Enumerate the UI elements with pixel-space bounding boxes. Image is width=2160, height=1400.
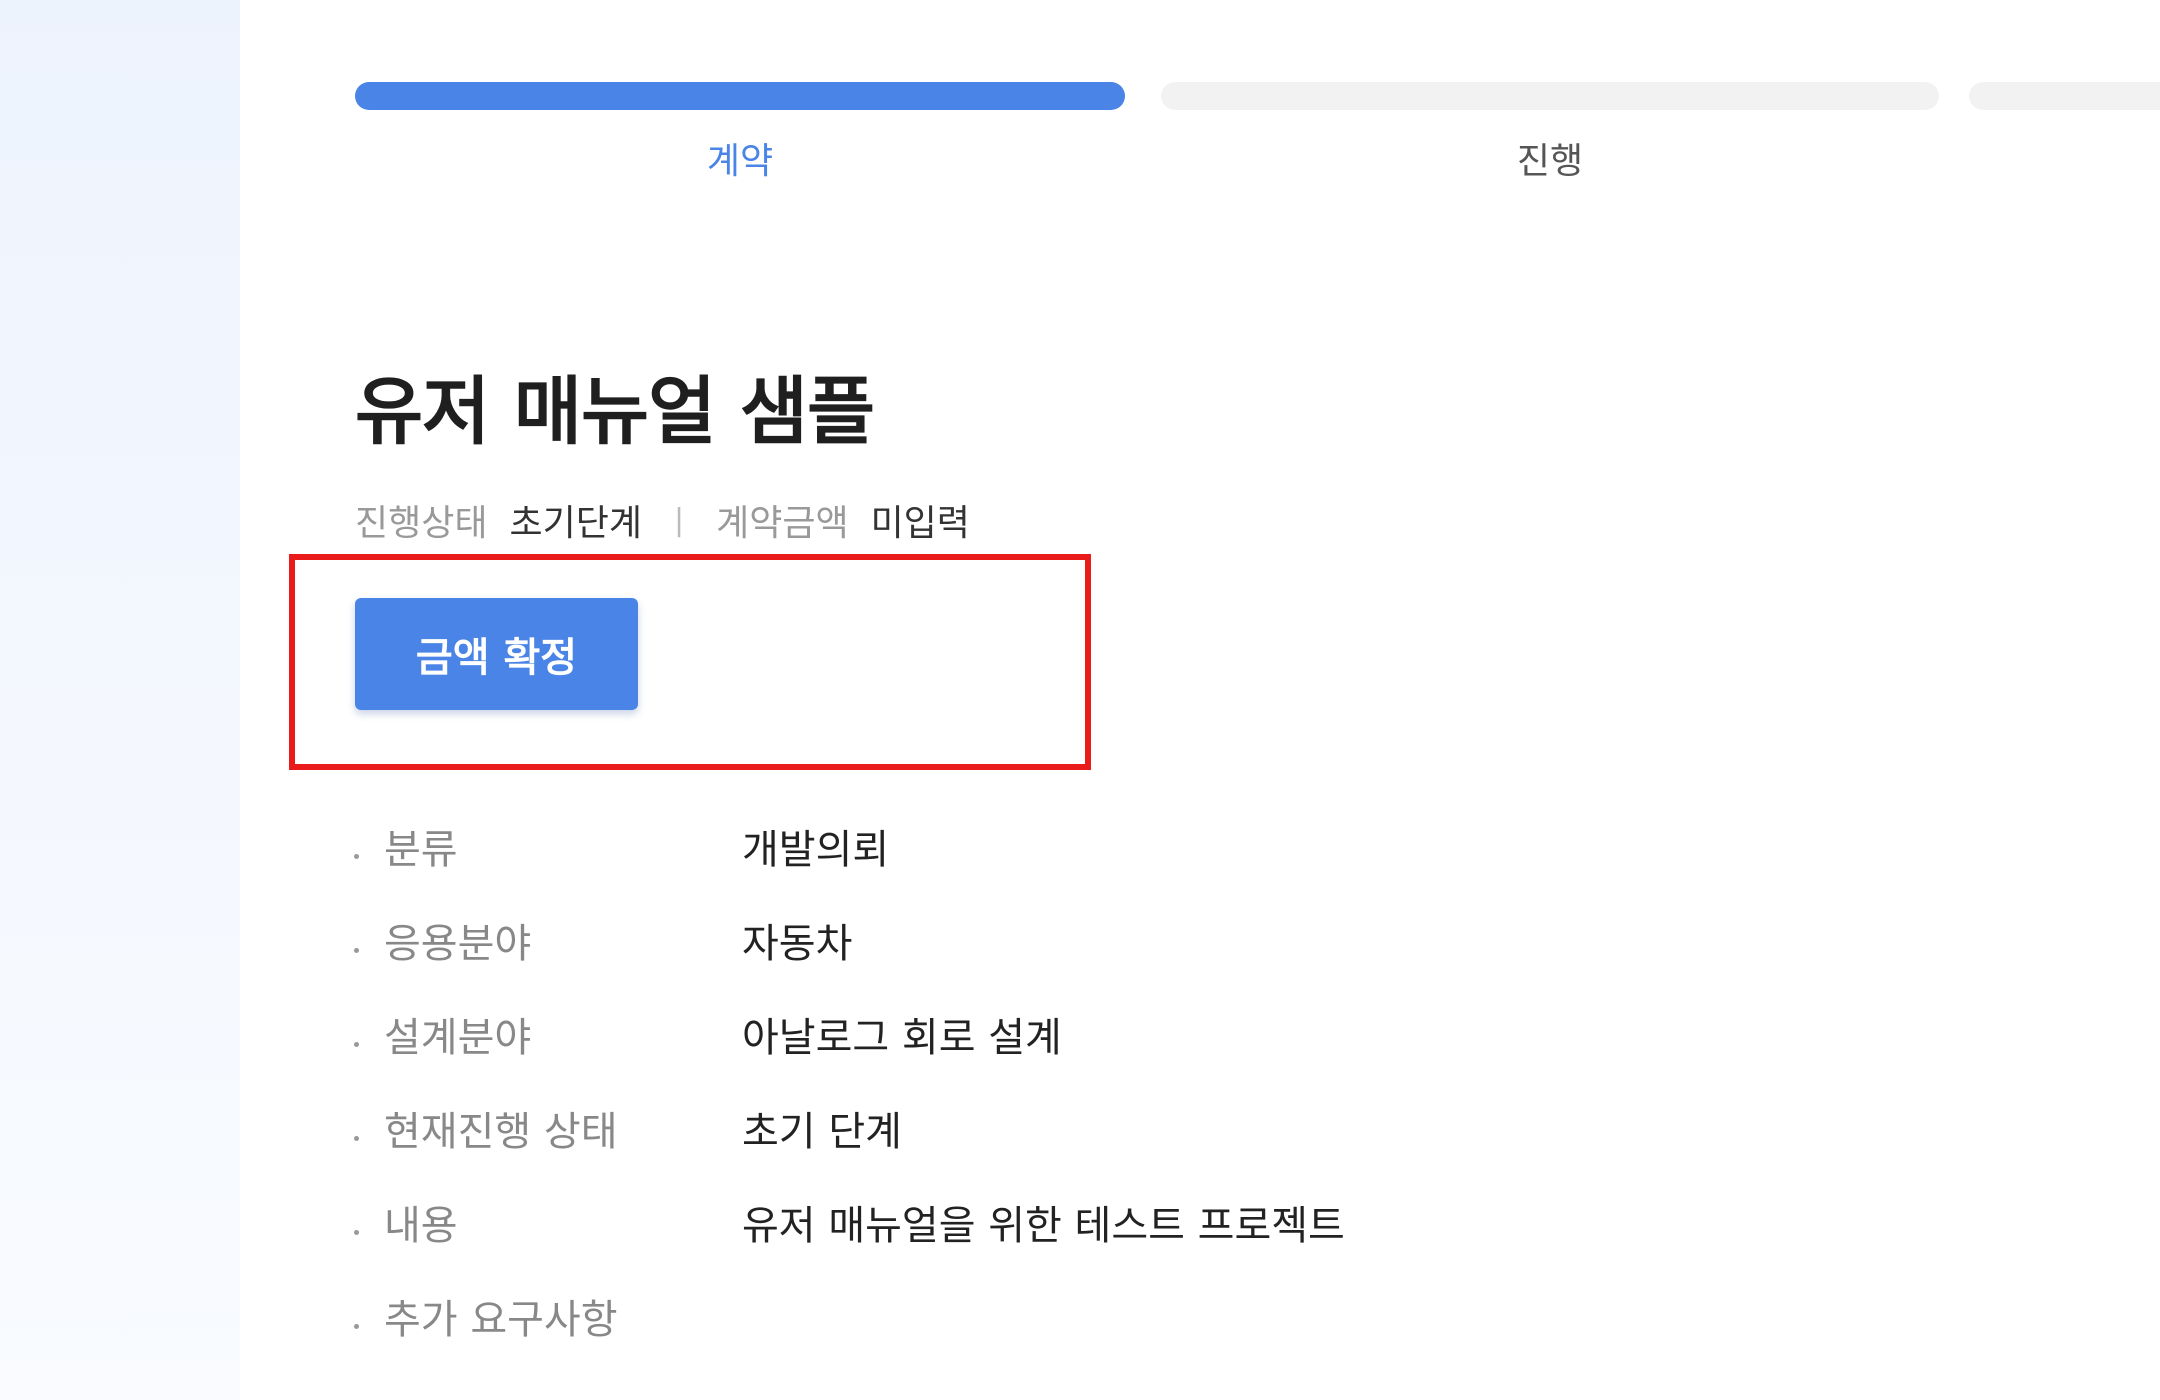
status-value: 초기단계 — [509, 503, 642, 544]
amount-value: 미입력 — [870, 503, 970, 544]
bullet-icon — [354, 948, 359, 953]
bullet-icon — [354, 1324, 359, 1329]
detail-value: 유저 매뉴얼을 위한 테스트 프로젝트 — [742, 1203, 1345, 1249]
confirm-amount-button[interactable]: 금액 확정 — [355, 598, 638, 710]
detail-label: 추가 요구사항 — [384, 1297, 618, 1343]
project-details: 분류 개발의뢰 응용분야 자동차 설계분야 아날로그 회로 설계 현재진행 상태… — [350, 818, 1550, 1382]
project-meta: 진행상태 초기단계 | 계약금액 미입력 — [355, 494, 970, 546]
bullet-icon — [354, 854, 359, 859]
step-contract-bar — [355, 82, 1125, 110]
detail-row-content: 내용 유저 매뉴얼을 위한 테스트 프로젝트 — [350, 1194, 1550, 1288]
detail-label: 분류 — [384, 827, 458, 873]
detail-label: 현재진행 상태 — [384, 1109, 618, 1155]
status-key: 진행상태 — [355, 503, 488, 544]
detail-row-current-status: 현재진행 상태 초기 단계 — [350, 1100, 1550, 1194]
detail-value: 개발의뢰 — [742, 827, 890, 873]
progress-stepper: 계약 진행 — [355, 82, 2160, 202]
bullet-icon — [354, 1042, 359, 1047]
detail-value: 자동차 — [742, 921, 853, 967]
detail-value: 아날로그 회로 설계 — [742, 1015, 1062, 1061]
detail-row-application: 응용분야 자동차 — [350, 912, 1550, 1006]
step-progress-label: 진행 — [1516, 141, 1584, 182]
detail-value: 초기 단계 — [742, 1109, 902, 1155]
bullet-icon — [354, 1230, 359, 1235]
detail-row-design-field: 설계분야 아날로그 회로 설계 — [350, 1006, 1550, 1100]
step-third-bar — [1969, 82, 2160, 110]
detail-row-additional-requirements: 추가 요구사항 — [350, 1288, 1550, 1382]
detail-row-category: 분류 개발의뢰 — [350, 818, 1550, 912]
meta-separator: | — [673, 502, 685, 538]
step-contract[interactable]: 계약 — [355, 82, 1125, 202]
amount-key: 계약금액 — [716, 503, 849, 544]
left-panel — [0, 0, 240, 1400]
bullet-icon — [354, 1136, 359, 1141]
step-contract-label: 계약 — [706, 141, 774, 182]
step-progress-bar — [1161, 82, 1939, 110]
detail-label: 응용분야 — [384, 921, 532, 967]
step-third[interactable] — [1969, 82, 2160, 202]
page-title: 유저 매뉴얼 샘플 — [355, 369, 875, 455]
detail-label: 내용 — [384, 1203, 458, 1249]
detail-label: 설계분야 — [384, 1015, 532, 1061]
